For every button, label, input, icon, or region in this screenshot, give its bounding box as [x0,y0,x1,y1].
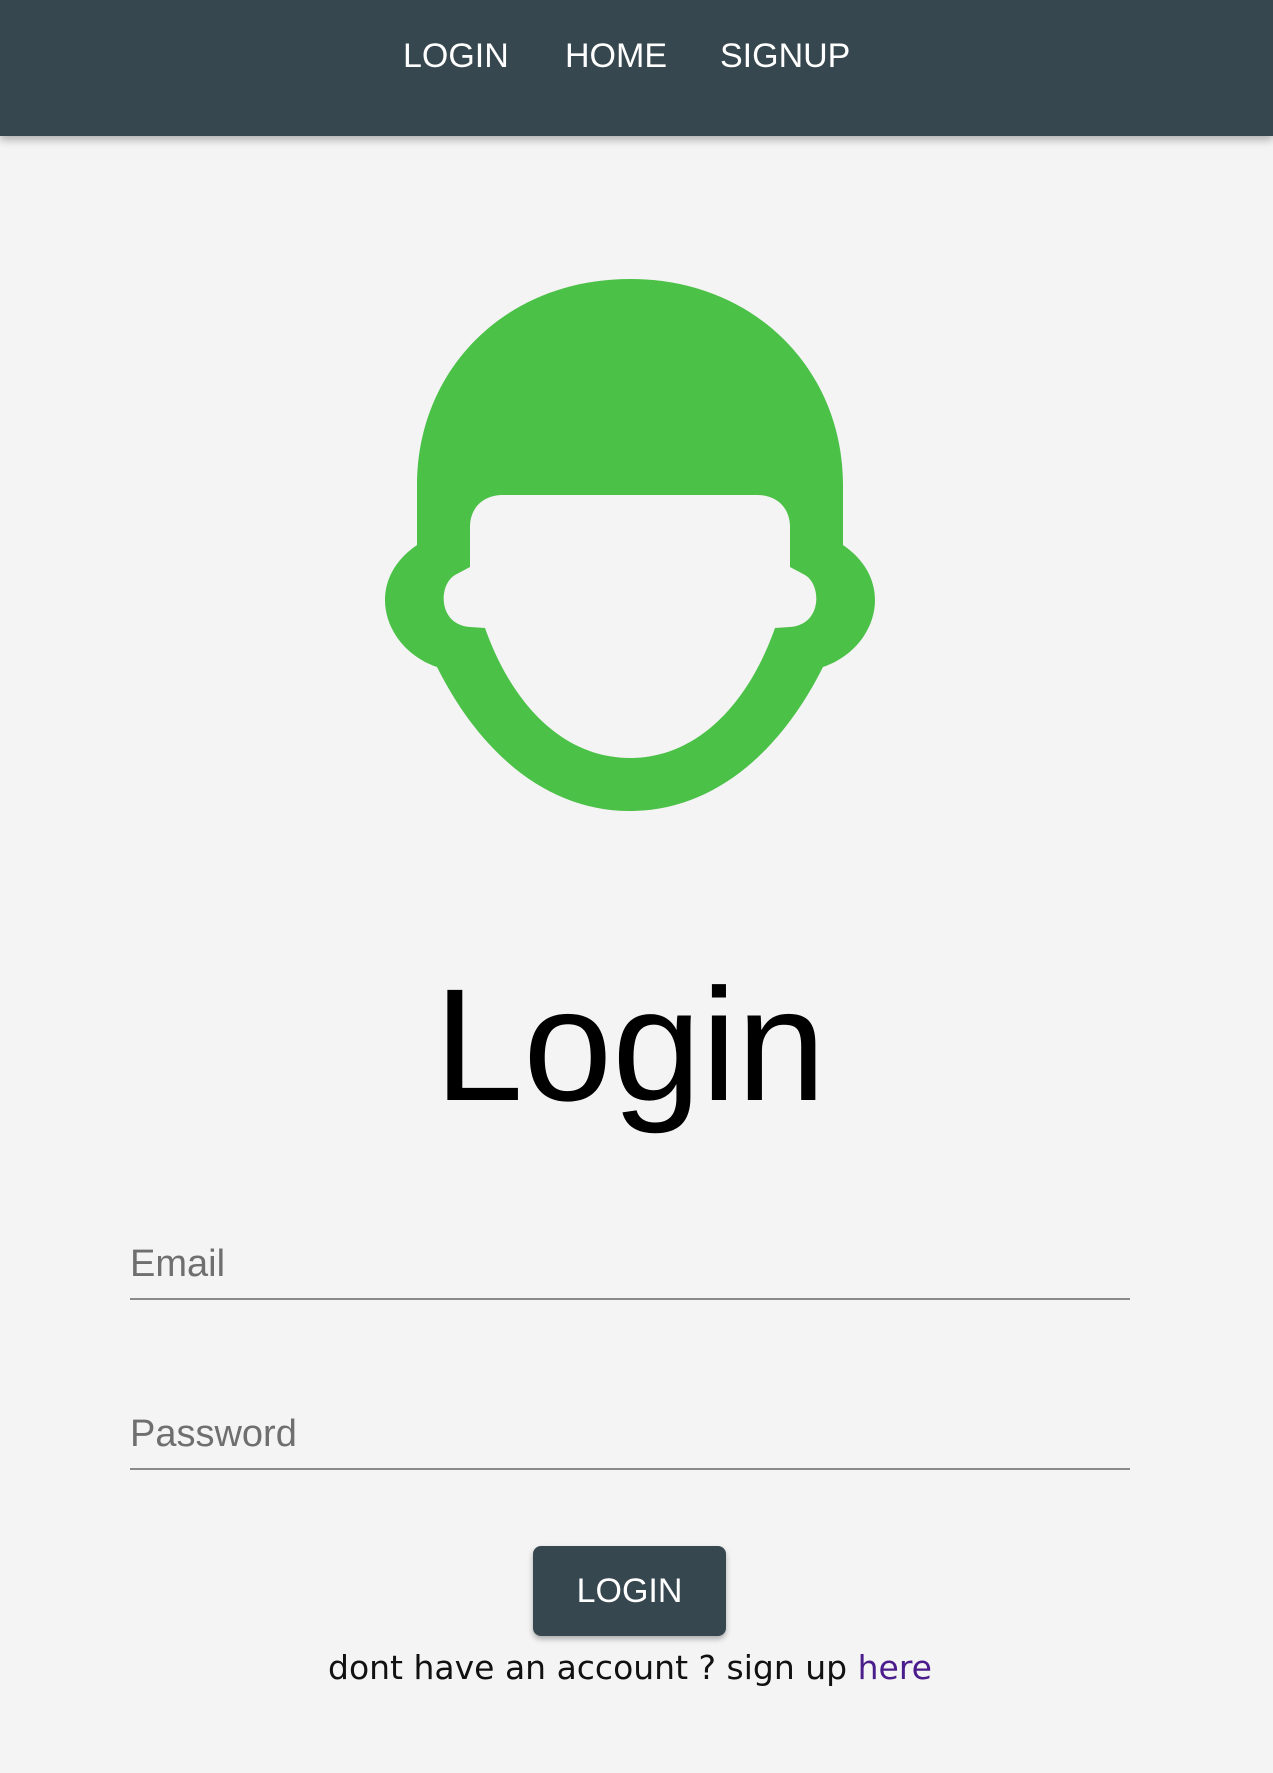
top-navbar: LOGIN HOME SIGNUP [0,0,1273,136]
signup-hint: dont have an account ? sign up here [0,1645,1260,1691]
nav-link-login[interactable]: LOGIN [403,0,509,112]
user-head-icon [385,279,875,811]
nav-link-home[interactable]: HOME [565,0,667,112]
nav-link-signup[interactable]: SIGNUP [720,0,850,112]
login-button[interactable]: LOGIN [533,1546,726,1636]
page-title: Login [434,955,826,1134]
password-field[interactable] [130,1400,1130,1470]
signup-prompt-text: dont have an account ? sign up [328,1648,848,1687]
email-field[interactable] [130,1230,1130,1300]
signup-here-link[interactable]: here [858,1648,932,1687]
